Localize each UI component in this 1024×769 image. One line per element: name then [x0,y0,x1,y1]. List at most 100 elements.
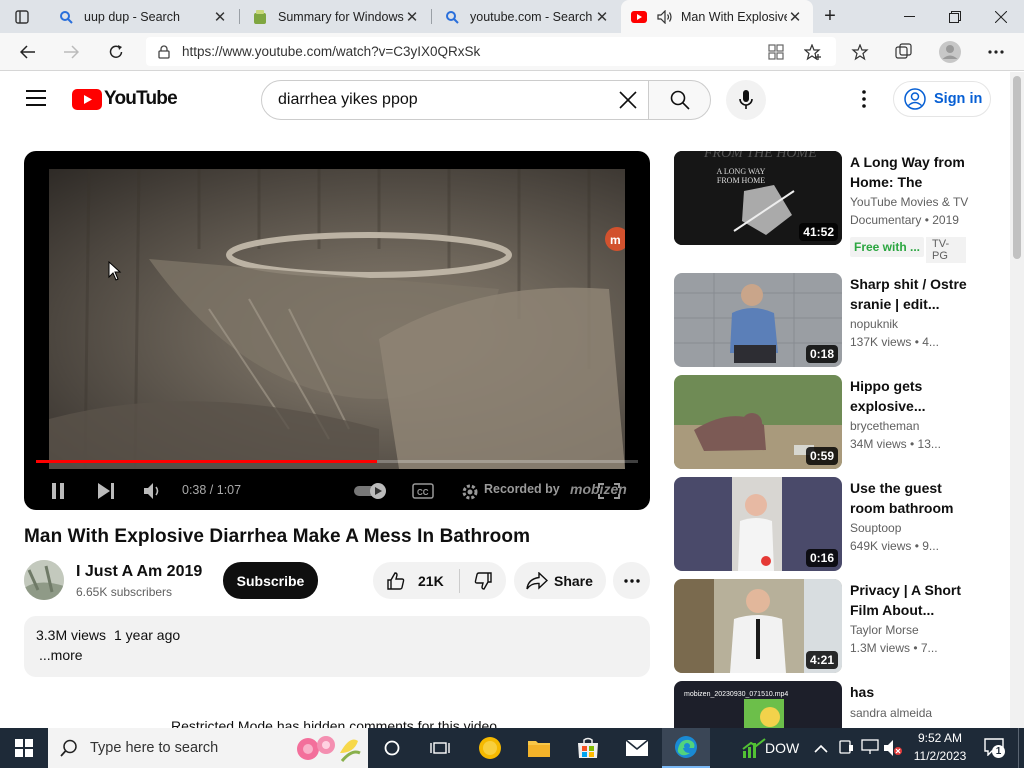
recommendation-title[interactable]: Use the guest room bathroom [850,478,970,518]
recommendation-item[interactable]: 4:21 Privacy | A Short Film About... Tay… [674,579,994,673]
recommendation-title[interactable]: A Long Way from Home: The Untol... [850,152,972,192]
recommendation-title[interactable]: Sharp shit / Ostre sranie | edit... [850,274,970,314]
volume-icon[interactable] [143,482,163,505]
browser-tab-youtube-search[interactable]: youtube.com - Search ✕ [432,0,620,33]
recommendation-item[interactable]: FROM THE HOME A LONG WAY FROM HOME 41:52… [674,151,994,263]
news-app-icon[interactable] [466,728,514,768]
browser-tab-uup-search[interactable]: uup dup - Search ✕ [46,0,238,33]
autoplay-toggle[interactable] [354,483,388,504]
new-tab-icon[interactable]: + [814,0,846,33]
favorites-icon[interactable] [844,36,876,68]
recommendation-thumbnail[interactable]: 4:21 [674,579,842,673]
close-tab-icon[interactable]: ✕ [594,8,610,26]
network-icon[interactable] [861,739,879,760]
clear-search-icon[interactable] [608,91,648,109]
restore-icon[interactable] [932,0,978,33]
fullscreen-icon[interactable] [598,483,620,504]
device-icon[interactable] [838,739,854,762]
close-tab-icon[interactable]: ✕ [404,8,420,26]
pause-icon[interactable] [50,483,66,504]
seek-bar[interactable] [36,460,638,463]
video-frame[interactable]: m [49,168,629,470]
like-button[interactable]: 21K [373,571,459,591]
search-highlight-flowers-icon [292,731,364,769]
file-explorer-icon[interactable] [515,728,563,768]
browser-tab-summary[interactable]: Summary for Windows ✕ [240,0,430,33]
recommendation-item[interactable]: 0:59 Hippo gets explosive... brycetheman… [674,375,994,469]
profile-avatar-icon[interactable] [934,36,966,68]
recommendation-channel[interactable]: nopuknik [850,317,898,331]
apps-available-icon[interactable] [760,36,792,68]
recommendation-thumbnail[interactable]: 0:16 [674,477,842,571]
show-desktop-button[interactable] [1018,728,1024,768]
recommendation-channel[interactable]: sandra almeida [850,706,932,720]
minimize-icon[interactable] [886,0,932,33]
close-tab-icon[interactable]: ✕ [787,8,803,26]
windows-start-icon[interactable] [0,728,48,768]
account-icon [904,88,926,110]
recommendation-channel[interactable]: YouTube Movies & TV [850,195,968,209]
add-favorite-icon[interactable] [797,36,829,68]
tab-actions-icon[interactable] [6,1,38,33]
collections-icon[interactable] [888,36,920,68]
stock-ticker-label[interactable]: DOW [765,740,799,756]
microsoft-store-icon[interactable] [564,728,612,768]
description-box[interactable]: 3.3M views 1 year ago ...more [24,616,650,677]
notification-center-icon[interactable]: 1 [984,738,1005,761]
recommendation-channel[interactable]: brycetheman [850,419,919,433]
settings-gear-icon[interactable] [460,482,480,507]
clock-time[interactable]: 9:52 AM [914,731,966,745]
close-tab-icon[interactable]: ✕ [212,8,228,26]
recommendation-thumbnail[interactable]: 0:59 [674,375,842,469]
show-hidden-icons-icon[interactable] [814,741,828,759]
dislike-button[interactable] [460,571,506,591]
hamburger-menu-icon[interactable] [26,90,46,111]
recommendation-channel[interactable]: Taylor Morse [850,623,919,637]
browser-tab-active-video[interactable]: Man With Explosive ✕ [621,0,813,33]
next-icon[interactable] [97,483,115,504]
mail-icon[interactable] [613,728,661,768]
back-icon[interactable] [12,36,44,68]
settings-more-vert-icon[interactable] [862,90,866,113]
recommendation-thumbnail[interactable]: mobizen_20230930_071510.mp4 [674,681,842,728]
search-button[interactable] [648,80,711,120]
lock-icon[interactable] [158,44,170,59]
volume-muted-icon[interactable] [883,739,903,762]
recommendation-thumbnail[interactable]: FROM THE HOME A LONG WAY FROM HOME 41:52 [674,151,842,245]
show-more-link[interactable]: ...more [39,647,83,663]
youtube-logo[interactable]: YouTube [72,88,178,110]
share-button[interactable]: Share [514,562,606,599]
clock-date[interactable]: 11/2/2023 [912,749,968,763]
mouse-cursor-icon [108,260,122,286]
cortana-icon[interactable] [368,728,416,768]
recommendation-title[interactable]: Privacy | A Short Film About... [850,580,970,620]
scrollbar-thumb[interactable] [1013,76,1021,259]
recommendation-item[interactable]: mobizen_20230930_071510.mp4 has sandra a… [674,681,994,728]
tab-title: uup dup - Search [84,9,180,24]
recommendation-item[interactable]: 0:16 Use the guest room bathroom Souptoo… [674,477,994,571]
channel-name[interactable]: I Just A Am 2019 [76,563,202,581]
recommendation-title[interactable]: has [850,682,970,702]
more-actions-button[interactable] [613,562,650,599]
page-scrollbar[interactable] [1010,72,1024,728]
voice-search-button[interactable] [726,80,766,120]
settings-more-icon[interactable] [980,36,1012,68]
refresh-icon[interactable] [100,36,132,68]
address-bar[interactable]: https://www.youtube.com/watch?v=C3yIX0QR… [146,37,836,66]
task-view-icon[interactable] [416,728,464,768]
sign-in-button[interactable]: Sign in [893,81,991,117]
forward-icon[interactable] [55,36,87,68]
taskbar-search-box[interactable]: Type here to search [48,728,368,768]
channel-avatar[interactable] [24,560,64,600]
close-window-icon[interactable] [978,0,1024,33]
recommendation-item[interactable]: 0:18 Sharp shit / Ostre sranie | edit...… [674,273,994,367]
edge-browser-icon[interactable] [662,728,710,768]
video-player[interactable]: m 0:38 / 1:07 CC Recorded by mobizen [24,151,650,510]
recommendation-channel[interactable]: Souptoop [850,521,901,535]
recommendation-thumbnail[interactable]: 0:18 [674,273,842,367]
recommendation-title[interactable]: Hippo gets explosive... [850,376,970,416]
search-input[interactable]: diarrhea yikes ppop [261,80,649,120]
speaker-icon[interactable] [657,9,673,25]
subscribe-button[interactable]: Subscribe [223,562,318,599]
subtitles-icon[interactable]: CC [412,483,434,504]
